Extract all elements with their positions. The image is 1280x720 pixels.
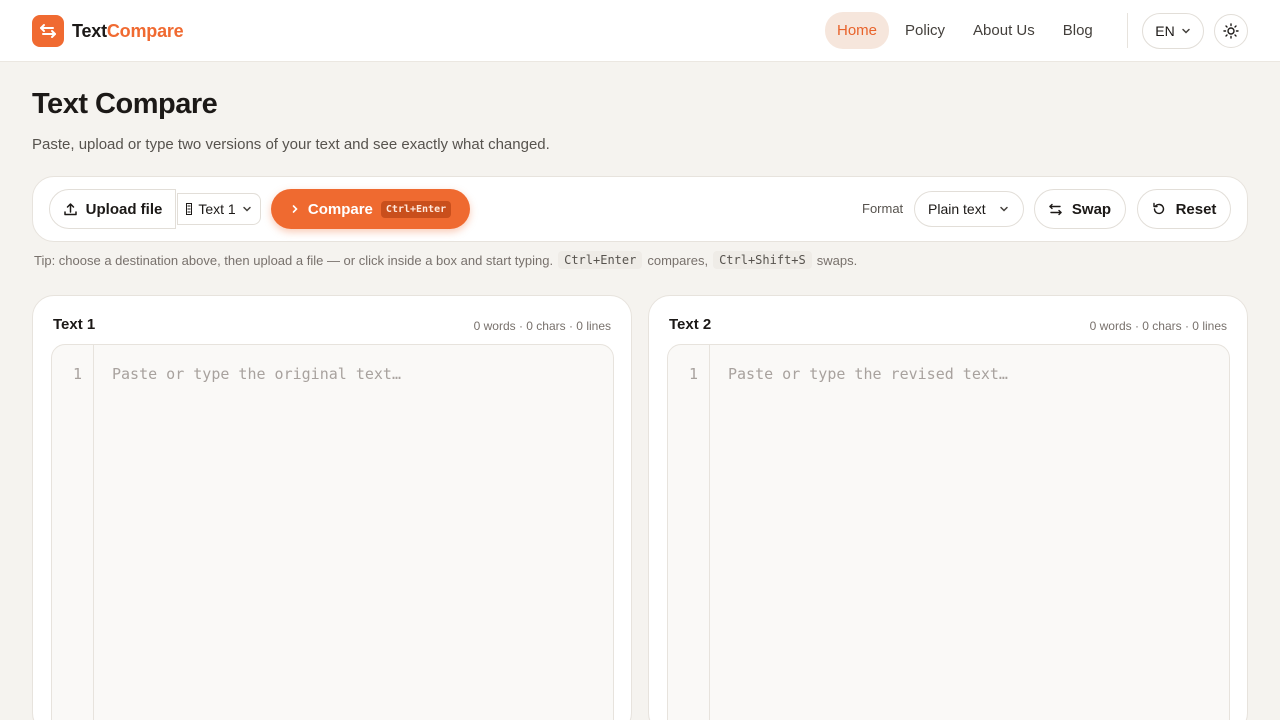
upload-file-label: Upload file bbox=[85, 200, 163, 218]
page-title: Text Compare bbox=[32, 88, 218, 120]
chevron-right-icon bbox=[292, 205, 298, 213]
reset-icon bbox=[1152, 202, 1164, 215]
line-number-gutter: 1 bbox=[668, 345, 710, 720]
text1-panel: Text 1 0 words · 0 chars · 0 lines 1 Pas… bbox=[32, 295, 632, 720]
nav-home[interactable]: Home bbox=[825, 12, 890, 49]
nav-policy[interactable]: Policy bbox=[893, 12, 957, 49]
text2-stats: 0 words · 0 chars · 0 lines bbox=[1089, 319, 1227, 333]
line-number: 1 bbox=[72, 365, 82, 383]
document-icon bbox=[186, 203, 193, 215]
line-number: 1 bbox=[688, 365, 698, 383]
compare-button[interactable]: Compare Ctrl+Enter bbox=[271, 189, 470, 229]
compare-toolbar: Upload file Text 1 Compare Ctrl+Enter Fo… bbox=[32, 176, 1248, 242]
upload-target-value: Text 1 bbox=[198, 201, 236, 217]
text1-stats: 0 words · 0 chars · 0 lines bbox=[473, 319, 611, 333]
chevron-down-icon bbox=[1181, 28, 1190, 34]
swap-label: Swap bbox=[1071, 200, 1112, 218]
logo-text-part1: Text bbox=[72, 20, 107, 41]
tip-middle: compares, bbox=[647, 252, 709, 268]
tip-swap-shortcut: Ctrl+Shift+S bbox=[713, 251, 812, 269]
theme-toggle-button[interactable] bbox=[1214, 14, 1248, 48]
tip-compare-shortcut: Ctrl+Enter bbox=[558, 251, 643, 269]
logo[interactable]: TextCompare bbox=[32, 15, 184, 47]
reset-button[interactable]: Reset bbox=[1137, 189, 1231, 229]
language-select[interactable]: EN bbox=[1142, 13, 1204, 49]
text1-placeholder: Paste or type the original text… bbox=[112, 365, 401, 383]
text2-placeholder: Paste or type the revised text… bbox=[728, 365, 1008, 383]
upload-file-button[interactable]: Upload file bbox=[49, 189, 176, 229]
main-nav: Home Policy About Us Blog bbox=[825, 12, 1109, 49]
text1-editor[interactable]: 1 Paste or type the original text… bbox=[51, 344, 614, 720]
top-header: TextCompare Home Policy About Us Blog EN bbox=[0, 0, 1280, 62]
format-select[interactable]: Plain text bbox=[914, 191, 1024, 227]
text2-editor[interactable]: 1 Paste or type the revised text… bbox=[667, 344, 1230, 720]
header-divider bbox=[1127, 13, 1128, 48]
chevron-down-icon bbox=[242, 206, 251, 212]
page-subtitle: Paste, upload or type two versions of yo… bbox=[32, 136, 550, 153]
logo-wordmark: TextCompare bbox=[72, 21, 184, 42]
line-number-gutter: 1 bbox=[52, 345, 94, 720]
text2-title: Text 2 bbox=[669, 316, 712, 333]
tip-end: swaps. bbox=[816, 252, 858, 268]
nav-about-us[interactable]: About Us bbox=[961, 12, 1047, 49]
reset-label: Reset bbox=[1175, 200, 1217, 218]
upload-icon bbox=[63, 202, 77, 215]
tip-intro: Tip: choose a destination above, then up… bbox=[34, 252, 554, 268]
tip-text: Tip: choose a destination above, then up… bbox=[34, 251, 857, 269]
text1-title: Text 1 bbox=[53, 316, 96, 333]
swap-button[interactable]: Swap bbox=[1034, 189, 1126, 229]
language-value: EN bbox=[1155, 23, 1175, 39]
swap-arrows-logo-icon bbox=[32, 15, 64, 47]
sun-icon bbox=[1223, 23, 1239, 39]
format-value: Plain text bbox=[928, 201, 986, 217]
logo-text-part2: Compare bbox=[106, 20, 184, 41]
format-label: Format bbox=[862, 201, 904, 216]
nav-blog[interactable]: Blog bbox=[1051, 12, 1105, 49]
compare-label: Compare bbox=[307, 200, 373, 218]
text2-panel: Text 2 0 words · 0 chars · 0 lines 1 Pas… bbox=[648, 295, 1248, 720]
upload-target-select[interactable]: Text 1 bbox=[177, 193, 261, 225]
chevron-down-icon bbox=[1000, 206, 1008, 212]
compare-shortcut-badge: Ctrl+Enter bbox=[380, 200, 452, 218]
swap-arrows-icon bbox=[1049, 203, 1062, 215]
